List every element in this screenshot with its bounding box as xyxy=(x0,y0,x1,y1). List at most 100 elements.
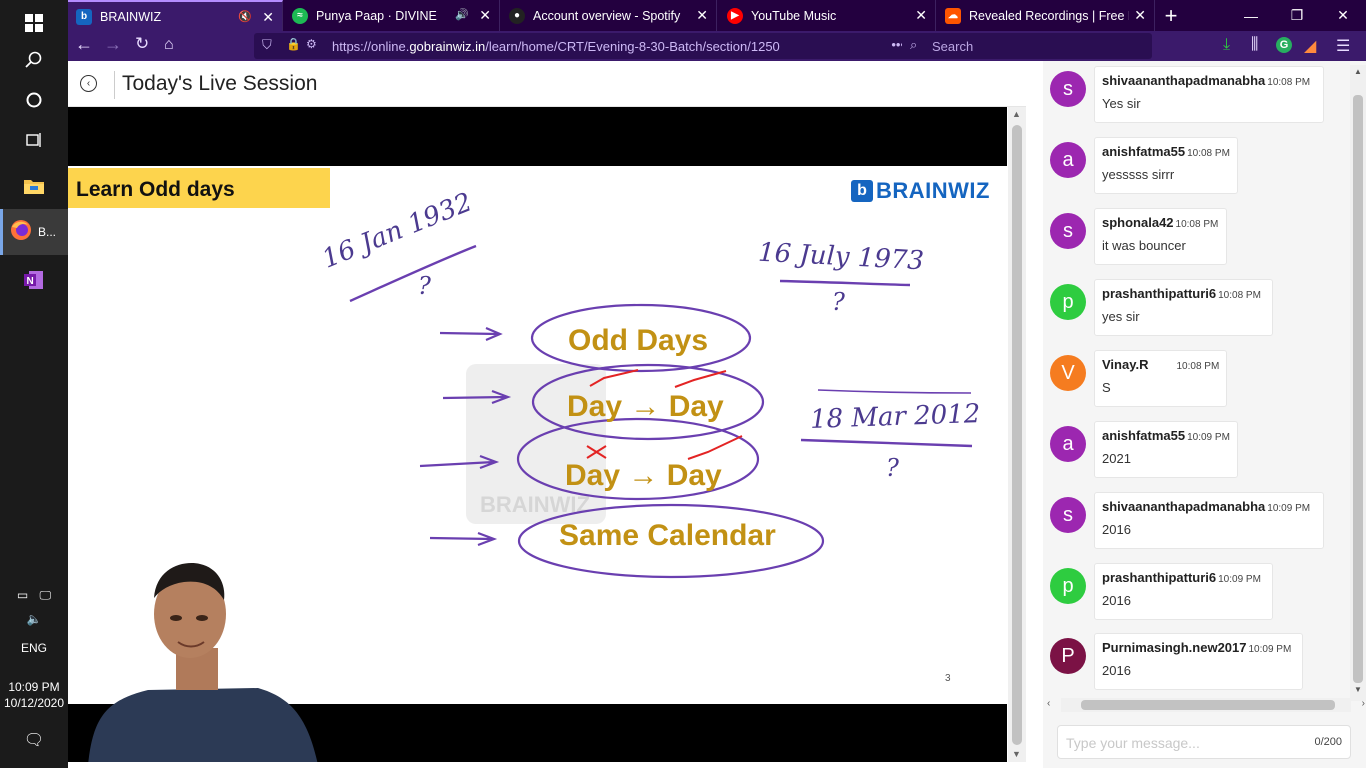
minimize-icon[interactable]: — xyxy=(1228,0,1274,31)
firefox-taskbar-button[interactable]: B... xyxy=(0,209,68,255)
speaker-icon[interactable]: 🔊 xyxy=(455,8,469,21)
message-text: 2016 xyxy=(1102,663,1131,678)
chat-message: V Vinay.R 10:08 PM S xyxy=(1043,350,1353,420)
reload-icon[interactable]: ↻ xyxy=(135,34,149,54)
close-tab-icon[interactable]: ✕ xyxy=(262,9,274,26)
message-text: yesssss sirrr xyxy=(1102,167,1175,182)
close-tab-icon[interactable]: ✕ xyxy=(696,7,708,24)
message-text: yes sir xyxy=(1102,309,1140,324)
tab-punya-paap[interactable]: ≈ Punya Paap · DIVINE 🔊 ✕ xyxy=(284,0,500,31)
handwritten-date-3: 18 Mar 2012 xyxy=(809,399,981,435)
session-header: ‹ Today's Live Session xyxy=(68,61,1026,107)
clock-date[interactable]: 10/12/2020 xyxy=(0,696,68,710)
battery-icon[interactable]: ▭ xyxy=(17,588,28,602)
tab-brainwiz[interactable]: b BRAINWIZ 🔇 ✕ xyxy=(68,0,283,31)
avatar: s xyxy=(1050,71,1086,107)
message-bubble: sphonala42 10:08 PM it was bouncer xyxy=(1094,208,1227,265)
windows-taskbar: B... N ▭ 🖵 🔈 ENG 10:09 PM 10/12/2020 🗨 xyxy=(0,0,68,768)
message-user: Vinay.R 10:08 PM xyxy=(1102,357,1220,372)
extension-icon[interactable]: ◢ xyxy=(1304,36,1316,56)
home-icon[interactable]: ⌂ xyxy=(164,36,174,54)
close-tab-icon[interactable]: ✕ xyxy=(1134,7,1146,24)
youtube-music-favicon: ▶ xyxy=(727,7,743,24)
topic-odd-days: Odd Days xyxy=(568,324,709,357)
message-user: prashanthipatturi6 10:08 PM xyxy=(1102,286,1266,301)
network-icon[interactable]: 🖵 xyxy=(40,588,52,602)
message-time: 10:08 PM xyxy=(1175,219,1219,230)
message-user: shivaananthapadmanabha 10:08 PM xyxy=(1102,73,1317,88)
restore-icon[interactable]: ❐ xyxy=(1274,0,1320,31)
task-view-icon[interactable] xyxy=(0,117,68,163)
message-user: prashanthipatturi6 10:09 PM xyxy=(1102,570,1266,585)
tab-title: BRAINWIZ xyxy=(100,9,162,24)
message-user: shivaananthapadmanabha 10:09 PM xyxy=(1102,499,1317,514)
clock-time[interactable]: 10:09 PM xyxy=(0,680,68,694)
url-bar[interactable]: ⛉ 🔒 ⚙ https://online. gobrainwiz.in/learn… xyxy=(254,33,961,59)
scrollbar-thumb[interactable] xyxy=(1012,125,1022,745)
shield-icon[interactable]: ⛉ xyxy=(262,37,272,53)
chat-scroll-left-icon[interactable]: ‹ xyxy=(1047,698,1050,709)
close-tab-icon[interactable]: ✕ xyxy=(915,7,927,24)
grammarly-icon[interactable]: G xyxy=(1276,37,1292,53)
chat-message-input[interactable] xyxy=(1066,733,1286,753)
message-username: shivaananthapadmanabha xyxy=(1102,73,1266,88)
back-arrow-icon[interactable]: ← xyxy=(75,34,93,55)
chat-scroll-up-icon[interactable]: ▲ xyxy=(1354,67,1362,76)
spotify-dark-favicon: ● xyxy=(509,7,525,24)
message-time: 10:09 PM xyxy=(1267,503,1311,514)
chat-messages[interactable]: s shivaananthapadmanabha 10:08 PM Yes sir… xyxy=(1043,61,1366,701)
close-window-icon[interactable]: ✕ xyxy=(1320,0,1366,31)
avatar: s xyxy=(1050,213,1086,249)
tab-soundcloud[interactable]: ☁ Revealed Recordings | Free Lis ✕ xyxy=(937,0,1155,31)
message-text: S xyxy=(1102,380,1111,395)
forward-arrow-icon[interactable]: → xyxy=(104,34,122,55)
message-bubble: anishfatma55 10:09 PM 2021 xyxy=(1094,421,1238,478)
download-icon[interactable]: ⤓ xyxy=(1223,36,1230,54)
avatar: p xyxy=(1050,568,1086,604)
new-tab-icon[interactable]: + xyxy=(1151,0,1191,31)
avatar: P xyxy=(1050,638,1086,674)
scroll-up-icon[interactable]: ▲ xyxy=(1012,109,1021,119)
chat-scrollbar-thumb[interactable] xyxy=(1353,95,1363,683)
chat-message: p prashanthipatturi6 10:08 PM yes sir xyxy=(1043,279,1353,349)
lock-icon[interactable]: 🔒 xyxy=(286,37,301,51)
file-explorer-icon[interactable] xyxy=(0,163,68,209)
chat-hscroll-thumb[interactable] xyxy=(1081,700,1335,710)
back-circle-icon[interactable]: ‹ xyxy=(80,75,97,92)
chat-vertical-scrollbar[interactable]: ▲ ▼ xyxy=(1350,65,1366,701)
header-divider xyxy=(114,71,115,99)
search-placeholder: Search xyxy=(932,38,974,54)
notifications-icon[interactable]: 🗨 xyxy=(0,730,68,750)
message-text: Yes sir xyxy=(1102,96,1141,111)
message-time: 10:08 PM xyxy=(1187,148,1230,159)
chat-scroll-right-icon[interactable]: › xyxy=(1362,698,1365,709)
message-time: 10:08 PM xyxy=(1267,77,1311,88)
message-username: anishfatma55 xyxy=(1102,144,1186,159)
library-icon[interactable]: ⫼ xyxy=(1251,36,1258,54)
browser-tab-bar: b BRAINWIZ 🔇 ✕ ≈ Punya Paap · DIVINE 🔊 ✕… xyxy=(68,0,1366,31)
tab-spotify-account[interactable]: ● Account overview - Spotify ✕ xyxy=(501,0,717,31)
menu-icon[interactable]: ☰ xyxy=(1336,36,1350,56)
message-user: anishfatma55 10:09 PM xyxy=(1102,428,1231,443)
chat-horizontal-scrollbar[interactable]: ‹ › xyxy=(1047,698,1365,712)
search-icon: ⌕ xyxy=(910,37,918,52)
video-scrollbar[interactable]: ▲ ▼ xyxy=(1008,107,1026,762)
chat-scroll-down-icon[interactable]: ▼ xyxy=(1354,685,1362,694)
scroll-down-icon[interactable]: ▼ xyxy=(1012,749,1021,759)
tray-icons: ▭ 🖵 xyxy=(0,588,68,603)
permissions-icon[interactable]: ⚙ xyxy=(306,37,317,51)
mute-icon[interactable]: 🔇 xyxy=(238,10,252,23)
tab-youtube-music[interactable]: ▶ YouTube Music ✕ xyxy=(719,0,936,31)
handwritten-question-3: ? xyxy=(886,454,899,482)
volume-icon[interactable]: 🔈 xyxy=(0,612,68,626)
firefox-taskbar-label: B... xyxy=(38,225,57,239)
search-box[interactable]: ⌕ Search xyxy=(902,33,1152,59)
live-video-player[interactable]: Learn Odd days b BRAINWIZ BRAINWIZ 16 Ja… xyxy=(68,107,1007,762)
message-time: 10:09 PM xyxy=(1187,432,1230,443)
onenote-icon[interactable]: N xyxy=(0,257,68,303)
close-tab-icon[interactable]: ✕ xyxy=(479,7,491,24)
message-username: prashanthipatturi6 xyxy=(1102,286,1217,301)
url-path: /learn/home/CRT/Evening-8-30-Batch/secti… xyxy=(485,38,780,54)
language-indicator[interactable]: ENG xyxy=(0,641,68,655)
message-bubble: shivaananthapadmanabha 10:09 PM 2016 xyxy=(1094,492,1324,549)
